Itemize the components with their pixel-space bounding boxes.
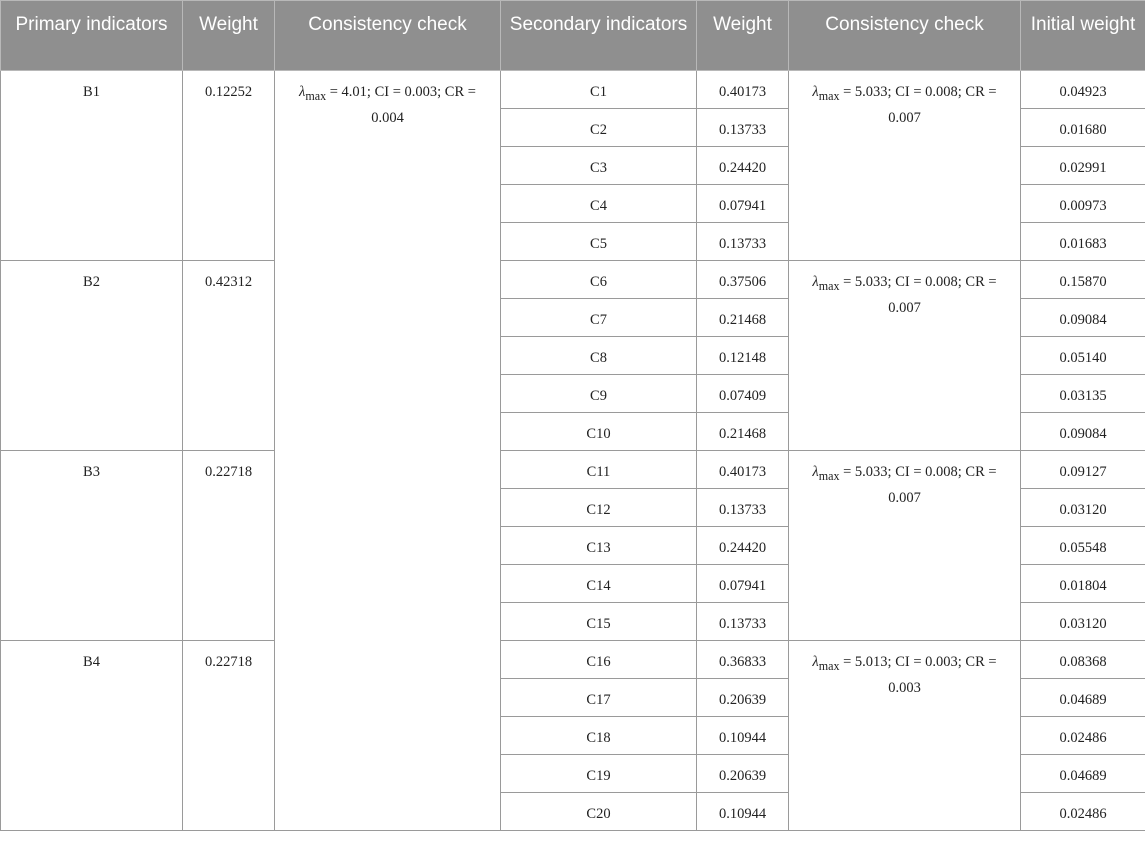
header-initial-weight: Initial weight [1020,0,1145,71]
header-primary-weight: Weight [182,0,275,71]
header-row: Primary indicators Weight Consistency ch… [0,0,1145,71]
secondary-indicator-cell: C19 [500,754,697,793]
primary-weight-cell: 0.22718 [182,640,275,831]
secondary-indicator-cell: C14 [500,564,697,603]
secondary-weight-cell: 0.40173 [696,70,789,109]
primary-indicator-cell: B4 [0,640,183,831]
lambda-subscript: max [818,468,840,483]
primary-indicator-cell: B3 [0,450,183,641]
initial-weight-cell: 0.02486 [1020,716,1145,755]
secondary-weight-cell: 0.24420 [696,526,789,565]
secondary-indicator-cell: C3 [500,146,697,185]
lambda-subscript: max [818,658,840,673]
initial-weight-cell: 0.02486 [1020,792,1145,831]
secondary-weight-cell: 0.13733 [696,222,789,261]
secondary-weight-cell: 0.10944 [696,792,789,831]
initial-weight-cell: 0.03120 [1020,488,1145,527]
secondary-weight-cell: 0.07409 [696,374,789,413]
secondary-weight-cell: 0.21468 [696,298,789,337]
consistency-values: = 5.033; CI = 0.008; CR = 0.007 [839,84,997,126]
table-body: B1 0.12252 λmax = 4.01; CI = 0.003; CR = 0… [0,70,1145,831]
secondary-weight-cell: 0.37506 [696,260,789,299]
initial-weight-cell: 0.01804 [1020,564,1145,603]
secondary-indicator-cell: C16 [500,640,697,679]
indicator-weights-table: Primary indicators Weight Consistency ch… [0,0,1145,831]
secondary-indicator-cell: C1 [500,70,697,109]
header-primary-consistency-check: Consistency check [274,0,501,71]
header-secondary-indicators: Secondary indicators [500,0,697,71]
secondary-indicator-cell: C2 [500,108,697,147]
secondary-indicator-cell: C20 [500,792,697,831]
secondary-weight-cell: 0.20639 [696,678,789,717]
secondary-weight-cell: 0.13733 [696,602,789,641]
primary-consistency-check-cell: λmax = 4.01; CI = 0.003; CR = 0.004 [274,70,501,831]
secondary-weight-cell: 0.07941 [696,184,789,223]
secondary-consistency-check-cell: λmax = 5.033; CI = 0.008; CR = 0.007 [788,450,1021,641]
secondary-weight-cell: 0.40173 [696,450,789,489]
table-row: B3 0.22718 C11 0.40173 λmax = 5.033; CI = 0.… [0,450,1145,641]
initial-weight-cell: 0.04923 [1020,70,1145,109]
primary-indicator-cell: B1 [0,70,183,261]
primary-weight-cell: 0.42312 [182,260,275,451]
table-row: B1 0.12252 λmax = 4.01; CI = 0.003; CR = 0… [0,70,1145,831]
initial-weight-cell: 0.03120 [1020,602,1145,641]
consistency-values: = 5.013; CI = 0.003; CR = 0.003 [839,654,997,696]
secondary-indicator-cell: C13 [500,526,697,565]
secondary-indicator-cell: C8 [500,336,697,375]
header-primary-indicators: Primary indicators [0,0,183,71]
lambda-subscript: max [818,278,840,293]
secondary-indicator-cell: C9 [500,374,697,413]
secondary-consistency-check-cell: λmax = 5.033; CI = 0.008; CR = 0.007 [788,260,1021,451]
secondary-indicator-cell: C5 [500,222,697,261]
secondary-indicator-cell: C15 [500,602,697,641]
secondary-weight-cell: 0.12148 [696,336,789,375]
secondary-indicator-cell: C6 [500,260,697,299]
initial-weight-cell: 0.03135 [1020,374,1145,413]
secondary-weight-cell: 0.10944 [696,716,789,755]
initial-weight-cell: 0.08368 [1020,640,1145,679]
initial-weight-cell: 0.00973 [1020,184,1145,223]
secondary-indicator-cell: C18 [500,716,697,755]
initial-weight-cell: 0.09084 [1020,412,1145,451]
initial-weight-cell: 0.01680 [1020,108,1145,147]
lambda-subscript: max [818,88,840,103]
initial-weight-cell: 0.02991 [1020,146,1145,185]
consistency-values: = 5.033; CI = 0.008; CR = 0.007 [839,274,997,316]
secondary-weight-cell: 0.13733 [696,108,789,147]
secondary-weight-cell: 0.13733 [696,488,789,527]
initial-weight-cell: 0.15870 [1020,260,1145,299]
initial-weight-cell: 0.05548 [1020,526,1145,565]
secondary-indicator-cell: C7 [500,298,697,337]
secondary-weight-cell: 0.36833 [696,640,789,679]
secondary-weight-cell: 0.20639 [696,754,789,793]
secondary-indicator-cell: C12 [500,488,697,527]
consistency-values: = 5.033; CI = 0.008; CR = 0.007 [839,464,997,506]
secondary-weight-cell: 0.07941 [696,564,789,603]
secondary-indicator-cell: C10 [500,412,697,451]
initial-weight-cell: 0.09084 [1020,298,1145,337]
primary-weight-cell: 0.22718 [182,450,275,641]
secondary-weight-cell: 0.24420 [696,146,789,185]
initial-weight-cell: 0.01683 [1020,222,1145,261]
header-secondary-weight: Weight [696,0,789,71]
secondary-indicator-cell: C17 [500,678,697,717]
header-secondary-consistency-check: Consistency check [788,0,1021,71]
primary-weight-cell: 0.12252 [182,70,275,261]
consistency-values: = 4.01; CI = 0.003; CR = 0.004 [326,84,476,126]
table-row: B2 0.42312 C6 0.37506 λmax = 5.033; CI = 0.0… [0,260,1145,451]
secondary-consistency-check-cell: λmax = 5.013; CI = 0.003; CR = 0.003 [788,640,1021,831]
secondary-consistency-check-cell: λmax = 5.033; CI = 0.008; CR = 0.007 [788,70,1021,261]
secondary-weight-cell: 0.21468 [696,412,789,451]
lambda-subscript: max [305,88,327,103]
initial-weight-cell: 0.04689 [1020,678,1145,717]
primary-indicator-cell: B2 [0,260,183,451]
initial-weight-cell: 0.09127 [1020,450,1145,489]
initial-weight-cell: 0.04689 [1020,754,1145,793]
secondary-indicator-cell: C4 [500,184,697,223]
initial-weight-cell: 0.05140 [1020,336,1145,375]
table-row: B4 0.22718 C16 0.36833 λmax = 5.013; CI = 0.… [0,640,1145,831]
secondary-indicator-cell: C11 [500,450,697,489]
